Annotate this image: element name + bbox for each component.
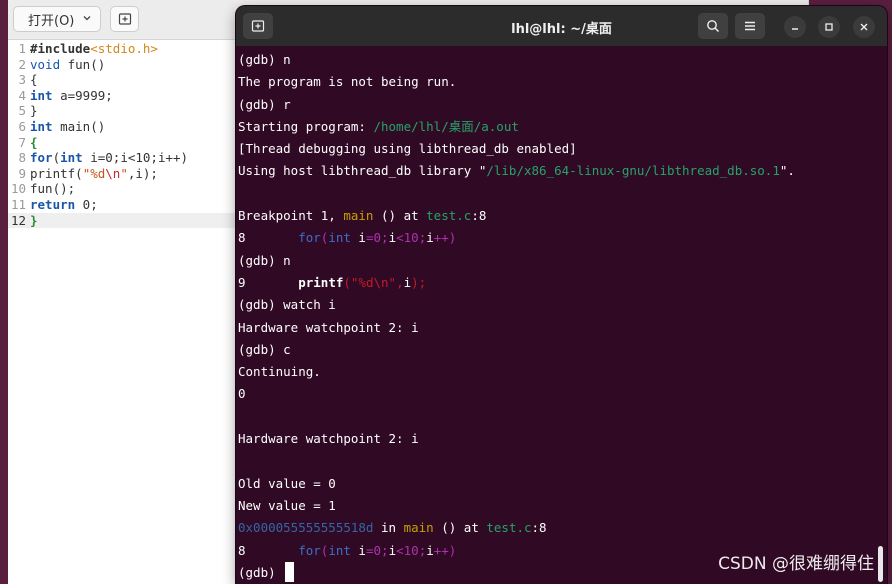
terminal-line: Using host libthread_db library "/lib/x8… [238,163,795,179]
line-number: 5 [18,103,26,119]
line-number: 9 [18,165,26,181]
line-number: 11 [10,196,26,212]
maximize-button[interactable] [818,16,840,38]
terminal-line: Hardware watchpoint 2: i [238,431,419,447]
new-tab-icon [118,13,131,25]
terminal-window: lhl@lhl: ~/桌面 (gdb) n The program is not… [236,6,887,584]
close-icon [860,23,868,31]
terminal-line: Old value = 0 [238,475,336,491]
search-icon [707,20,720,33]
text-cursor [285,561,295,582]
watermark-text: CSDN @很难绷得住 [718,554,874,574]
line-number: 6 [18,118,26,134]
chevron-down-icon [83,16,91,21]
maximize-icon [825,23,833,31]
terminal-line: Hardware watchpoint 2: i [238,319,419,335]
close-button[interactable] [853,16,875,38]
terminal-line: 8 for(int i=0;i<10;i++) [238,230,457,246]
hamburger-menu-icon [745,21,755,31]
line-number: 2 [18,56,26,72]
terminal-line: (gdb) watch i [238,297,336,313]
terminal-line: 0 [238,386,246,402]
scrollbar-thumb[interactable] [878,546,883,582]
line-number: 7 [18,134,26,150]
terminal-line: 9 printf("%d\n",i); [238,274,427,290]
open-button-label: 打开(O) [28,13,75,29]
minimize-button[interactable] [784,16,806,38]
terminal-line: Starting program: /home/lhl/桌面/a.out [238,118,519,134]
terminal-line: New value = 1 [238,497,336,513]
menu-button[interactable] [735,13,765,39]
terminal-line: (gdb) c [238,341,291,357]
line-number: 1 [18,41,26,56]
terminal-line: (gdb) n [238,52,291,67]
open-file-button[interactable]: 打开(O) [13,6,101,32]
terminal-line: The program is not being run. [238,74,457,90]
line-number: 12 [10,212,26,228]
terminal-line: 0x000055555555518d in main () at test.c:… [238,520,547,536]
minimize-icon [792,28,798,30]
terminal-line: (gdb) r [238,96,291,112]
new-document-button[interactable] [110,6,139,32]
line-number: 10 [10,181,26,197]
search-button[interactable] [698,13,728,39]
terminal-line: [Thread debugging using libthread_db ena… [238,141,577,157]
terminal-line: Continuing. [238,364,321,380]
line-number: 3 [18,72,26,88]
terminal-line: Breakpoint 1, main () at test.c:8 [238,208,487,224]
terminal-line: (gdb) n [238,252,291,268]
terminal-output[interactable]: (gdb) n The program is not being run. (g… [238,49,883,584]
terminal-header-bar: lhl@lhl: ~/桌面 [236,6,887,46]
line-number: 4 [18,87,26,103]
line-number: 8 [18,150,26,166]
